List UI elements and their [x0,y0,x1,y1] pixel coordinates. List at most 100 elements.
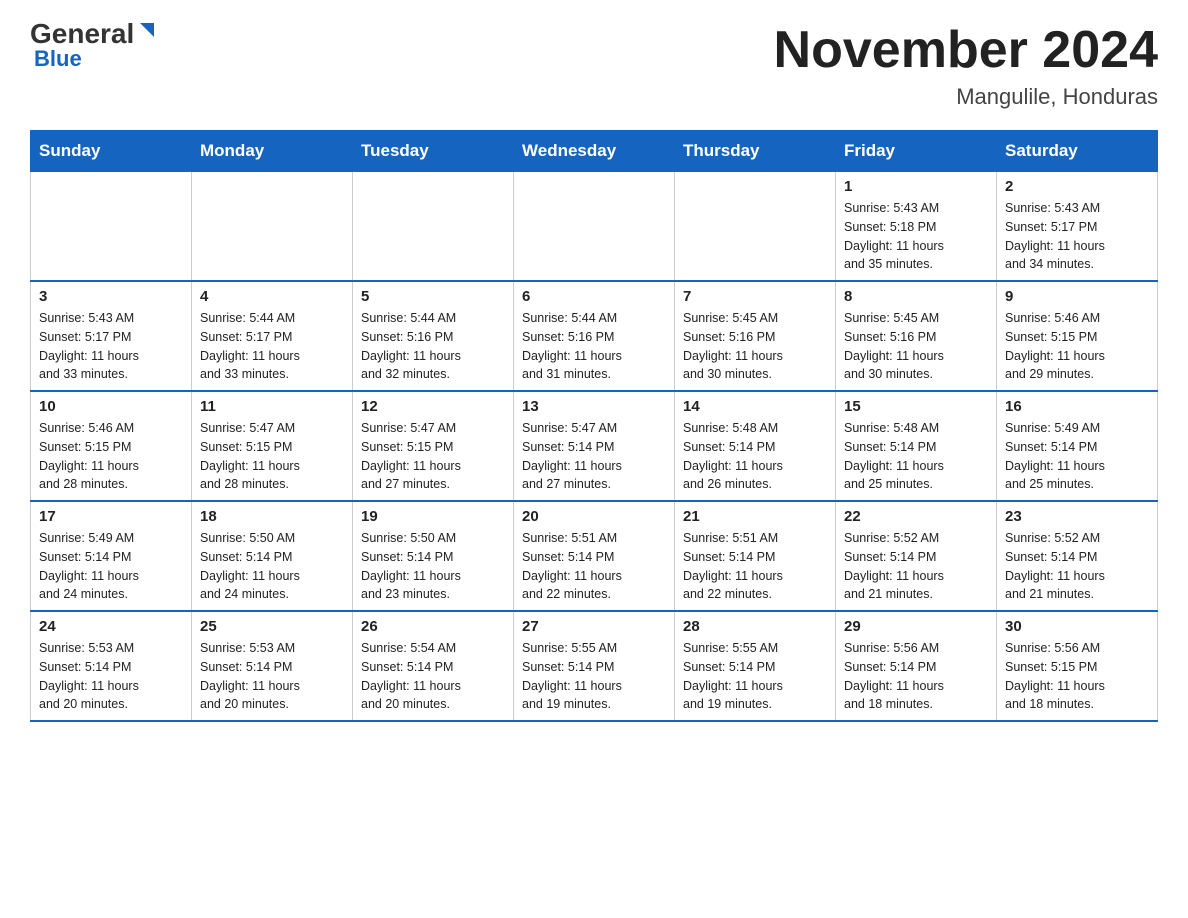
day-info: Sunrise: 5:52 AMSunset: 5:14 PMDaylight:… [1005,529,1149,604]
weekday-header-saturday: Saturday [997,131,1158,172]
calendar-cell [675,172,836,282]
day-info: Sunrise: 5:43 AMSunset: 5:17 PMDaylight:… [1005,199,1149,274]
day-info: Sunrise: 5:44 AMSunset: 5:17 PMDaylight:… [200,309,344,384]
day-info: Sunrise: 5:44 AMSunset: 5:16 PMDaylight:… [361,309,505,384]
weekday-header-wednesday: Wednesday [514,131,675,172]
calendar-cell [514,172,675,282]
day-info: Sunrise: 5:47 AMSunset: 5:14 PMDaylight:… [522,419,666,494]
day-number: 13 [522,398,666,415]
day-number: 24 [39,618,183,635]
day-number: 5 [361,288,505,305]
day-number: 11 [200,398,344,415]
weekday-row: SundayMondayTuesdayWednesdayThursdayFrid… [31,131,1158,172]
day-info: Sunrise: 5:53 AMSunset: 5:14 PMDaylight:… [39,639,183,714]
calendar-cell: 27 Sunrise: 5:55 AMSunset: 5:14 PMDayligh… [514,611,675,721]
calendar-cell: 17 Sunrise: 5:49 AMSunset: 5:14 PMDayligh… [31,501,192,611]
calendar-cell: 4 Sunrise: 5:44 AMSunset: 5:17 PMDaylight… [192,281,353,391]
day-number: 12 [361,398,505,415]
weekday-header-thursday: Thursday [675,131,836,172]
calendar-week-5: 24 Sunrise: 5:53 AMSunset: 5:14 PMDayligh… [31,611,1158,721]
day-info: Sunrise: 5:51 AMSunset: 5:14 PMDaylight:… [683,529,827,604]
calendar-cell: 21 Sunrise: 5:51 AMSunset: 5:14 PMDayligh… [675,501,836,611]
day-number: 6 [522,288,666,305]
day-number: 22 [844,508,988,525]
logo-arrow-icon [136,21,158,43]
day-number: 9 [1005,288,1149,305]
page-subtitle: Mangulile, Honduras [774,84,1158,110]
day-number: 17 [39,508,183,525]
calendar-cell: 14Sunrise: 5:48 AMSunset: 5:14 PMDayligh… [675,391,836,501]
calendar-cell: 28 Sunrise: 5:55 AMSunset: 5:14 PMDayligh… [675,611,836,721]
calendar-cell: 24 Sunrise: 5:53 AMSunset: 5:14 PMDayligh… [31,611,192,721]
day-info: Sunrise: 5:56 AMSunset: 5:15 PMDaylight:… [1005,639,1149,714]
calendar-cell: 20Sunrise: 5:51 AMSunset: 5:14 PMDayligh… [514,501,675,611]
calendar-cell: 30 Sunrise: 5:56 AMSunset: 5:15 PMDayligh… [997,611,1158,721]
day-info: Sunrise: 5:53 AMSunset: 5:14 PMDaylight:… [200,639,344,714]
day-info: Sunrise: 5:49 AMSunset: 5:14 PMDaylight:… [39,529,183,604]
calendar-cell: 18 Sunrise: 5:50 AMSunset: 5:14 PMDayligh… [192,501,353,611]
day-info: Sunrise: 5:49 AMSunset: 5:14 PMDaylight:… [1005,419,1149,494]
calendar-cell: 29Sunrise: 5:56 AMSunset: 5:14 PMDayligh… [836,611,997,721]
weekday-header-tuesday: Tuesday [353,131,514,172]
day-info: Sunrise: 5:47 AMSunset: 5:15 PMDaylight:… [361,419,505,494]
day-info: Sunrise: 5:46 AMSunset: 5:15 PMDaylight:… [1005,309,1149,384]
day-info: Sunrise: 5:52 AMSunset: 5:14 PMDaylight:… [844,529,988,604]
logo-general: General [30,20,134,48]
day-info: Sunrise: 5:54 AMSunset: 5:14 PMDaylight:… [361,639,505,714]
day-info: Sunrise: 5:45 AMSunset: 5:16 PMDaylight:… [683,309,827,384]
calendar-cell: 22 Sunrise: 5:52 AMSunset: 5:14 PMDayligh… [836,501,997,611]
day-info: Sunrise: 5:50 AMSunset: 5:14 PMDaylight:… [200,529,344,604]
day-number: 8 [844,288,988,305]
calendar-cell: 12 Sunrise: 5:47 AMSunset: 5:15 PMDayligh… [353,391,514,501]
day-info: Sunrise: 5:43 AMSunset: 5:17 PMDaylight:… [39,309,183,384]
calendar-cell: 7 Sunrise: 5:45 AMSunset: 5:16 PMDaylight… [675,281,836,391]
calendar-cell: 26 Sunrise: 5:54 AMSunset: 5:14 PMDayligh… [353,611,514,721]
day-number: 20 [522,508,666,525]
day-number: 7 [683,288,827,305]
day-info: Sunrise: 5:48 AMSunset: 5:14 PMDaylight:… [683,419,827,494]
calendar-cell: 1Sunrise: 5:43 AMSunset: 5:18 PMDaylight… [836,172,997,282]
day-number: 28 [683,618,827,635]
day-info: Sunrise: 5:56 AMSunset: 5:14 PMDaylight:… [844,639,988,714]
calendar-cell: 9 Sunrise: 5:46 AMSunset: 5:15 PMDaylight… [997,281,1158,391]
page-title: November 2024 [774,20,1158,80]
day-info: Sunrise: 5:55 AMSunset: 5:14 PMDaylight:… [522,639,666,714]
page-header: General Blue November 2024 Mangulile, Ho… [30,20,1158,110]
day-number: 1 [844,178,988,195]
logo: General Blue [30,20,158,72]
weekday-header-monday: Monday [192,131,353,172]
day-number: 27 [522,618,666,635]
day-number: 18 [200,508,344,525]
calendar-cell: 8 Sunrise: 5:45 AMSunset: 5:16 PMDaylight… [836,281,997,391]
day-number: 23 [1005,508,1149,525]
day-number: 25 [200,618,344,635]
day-number: 3 [39,288,183,305]
calendar-cell: 10Sunrise: 5:46 AMSunset: 5:15 PMDayligh… [31,391,192,501]
day-info: Sunrise: 5:50 AMSunset: 5:14 PMDaylight:… [361,529,505,604]
calendar-cell: 5 Sunrise: 5:44 AMSunset: 5:16 PMDaylight… [353,281,514,391]
calendar-cell: 2 Sunrise: 5:43 AMSunset: 5:17 PMDaylight… [997,172,1158,282]
day-info: Sunrise: 5:47 AMSunset: 5:15 PMDaylight:… [200,419,344,494]
calendar-cell [353,172,514,282]
calendar-cell: 23 Sunrise: 5:52 AMSunset: 5:14 PMDayligh… [997,501,1158,611]
day-number: 26 [361,618,505,635]
calendar-week-4: 17 Sunrise: 5:49 AMSunset: 5:14 PMDayligh… [31,501,1158,611]
logo-blue: Blue [34,46,82,72]
calendar-body: 1Sunrise: 5:43 AMSunset: 5:18 PMDaylight… [31,172,1158,722]
weekday-header-friday: Friday [836,131,997,172]
day-number: 21 [683,508,827,525]
calendar-cell: 15Sunrise: 5:48 AMSunset: 5:14 PMDayligh… [836,391,997,501]
calendar-week-3: 10Sunrise: 5:46 AMSunset: 5:15 PMDayligh… [31,391,1158,501]
day-number: 16 [1005,398,1149,415]
day-info: Sunrise: 5:45 AMSunset: 5:16 PMDaylight:… [844,309,988,384]
day-number: 30 [1005,618,1149,635]
day-number: 2 [1005,178,1149,195]
calendar-cell: 25 Sunrise: 5:53 AMSunset: 5:14 PMDayligh… [192,611,353,721]
calendar-cell: 3 Sunrise: 5:43 AMSunset: 5:17 PMDaylight… [31,281,192,391]
day-number: 4 [200,288,344,305]
weekday-header-sunday: Sunday [31,131,192,172]
calendar-cell [192,172,353,282]
day-number: 10 [39,398,183,415]
day-info: Sunrise: 5:44 AMSunset: 5:16 PMDaylight:… [522,309,666,384]
day-info: Sunrise: 5:55 AMSunset: 5:14 PMDaylight:… [683,639,827,714]
